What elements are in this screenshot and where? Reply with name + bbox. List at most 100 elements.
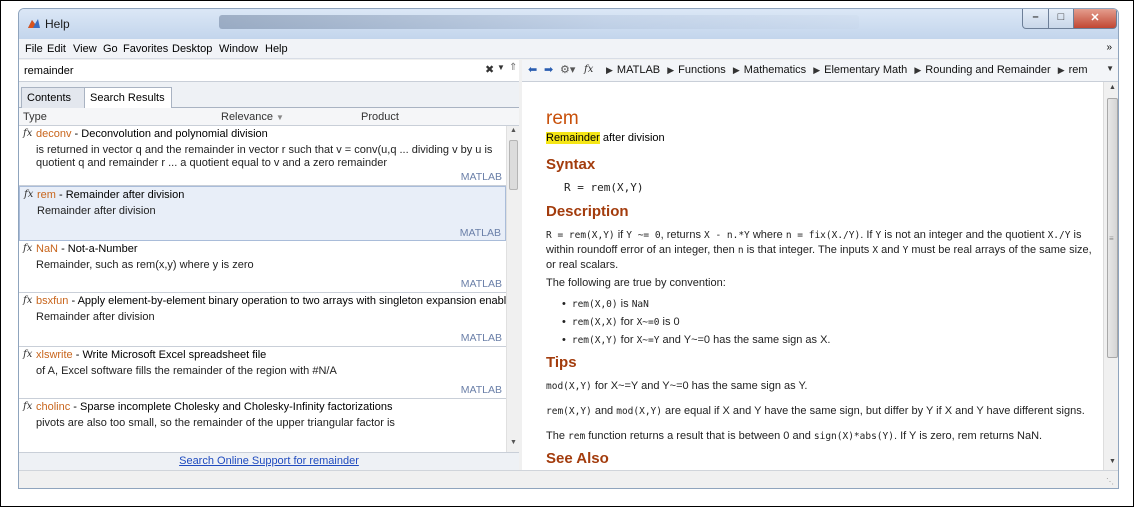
menu-desktop[interactable]: Desktop <box>172 43 212 55</box>
clear-search-icon[interactable]: ✖ <box>485 63 494 76</box>
search-input[interactable] <box>21 62 479 80</box>
settings-gear-icon[interactable]: ⚙▾ <box>560 63 575 76</box>
titlebar-blurred-area <box>219 15 859 29</box>
minimize-button[interactable]: – <box>1022 9 1049 29</box>
column-relevance[interactable]: Relevance ▼ <box>221 111 284 123</box>
list-item: rem(X,X) for X~=0 is 0 <box>562 316 831 334</box>
result-desc: - Deconvolution and polynomial division <box>71 128 268 140</box>
title-bar: Help – □ ✕ <box>19 9 1118 39</box>
pane-toggle-icon[interactable]: ⇑ <box>509 62 517 73</box>
close-button[interactable]: ✕ <box>1073 9 1117 29</box>
code-span: R = rem(X,Y) <box>546 230 615 241</box>
breadcrumb-item[interactable]: Elementary Math <box>824 64 907 76</box>
result-product: MATLAB <box>460 171 502 183</box>
result-title: cholinc - Sparse incomplete Cholesky and… <box>36 401 392 413</box>
function-icon: fx <box>23 128 33 139</box>
breadcrumb-item[interactable]: Functions <box>678 64 726 76</box>
breadcrumb-separator-icon: ▶ <box>667 65 675 75</box>
tab-contents[interactable]: Contents <box>21 87 85 108</box>
breadcrumb-item[interactable]: Mathematics <box>744 64 806 76</box>
text-span: and Y~=0 has the same sign as X. <box>659 334 831 346</box>
scroll-grip-icon: ≡ <box>1109 234 1114 243</box>
list-item: rem(X,0) is NaN <box>562 298 831 316</box>
help-window: Help – □ ✕ File Edit View Go Favorites D… <box>18 8 1119 489</box>
function-icon: fx <box>24 189 34 200</box>
tip-2: rem(X,Y) and mod(X,Y) are equal if X and… <box>546 404 1096 419</box>
search-online-link[interactable]: Search Online Support for remainder <box>179 455 359 467</box>
result-desc: - Not-a-Number <box>58 243 138 255</box>
result-rem[interactable]: fx rem - Remainder after division Remain… <box>19 186 506 241</box>
text-span: for <box>617 316 637 328</box>
result-snippet: Remainder after division <box>37 205 156 217</box>
result-name[interactable]: deconv <box>36 128 71 140</box>
function-browser-icon[interactable]: fx <box>584 64 593 75</box>
menu-file[interactable]: File <box>25 43 43 55</box>
result-name[interactable]: cholinc <box>36 401 70 413</box>
result-title: deconv - Deconvolution and polynomial di… <box>36 128 268 140</box>
result-nan[interactable]: fx NaN - Not-a-Number Remainder, such as… <box>19 241 506 293</box>
scroll-up-icon[interactable]: ▲ <box>510 127 517 134</box>
menu-edit[interactable]: Edit <box>47 43 66 55</box>
results-list: fx deconv - Deconvolution and polynomial… <box>19 126 506 452</box>
result-xlswrite[interactable]: fx xlswrite - Write Microsoft Excel spre… <box>19 347 506 399</box>
code-span: X~=0 <box>636 317 660 328</box>
text-span: and <box>591 405 617 417</box>
menu-view[interactable]: View <box>73 43 97 55</box>
doc-scrollbar[interactable]: ▲ ≡ ▼ <box>1103 82 1118 470</box>
menu-window[interactable]: Window <box>219 43 258 55</box>
tab-search-results[interactable]: Search Results <box>84 87 172 109</box>
results-scrollbar[interactable]: ▲ ▼ <box>506 126 519 452</box>
online-support-bar: Search Online Support for remainder <box>19 452 519 470</box>
back-arrow-icon[interactable]: ⬅ <box>528 63 537 76</box>
menu-go[interactable]: Go <box>103 43 118 55</box>
result-title: rem - Remainder after division <box>37 189 184 201</box>
result-name[interactable]: rem <box>37 189 56 201</box>
result-name[interactable]: xlswrite <box>36 349 73 361</box>
breadcrumb-item[interactable]: MATLAB <box>617 64 660 76</box>
maximize-icon: □ <box>1057 11 1065 23</box>
resize-grip-icon[interactable]: ⋱ <box>1106 477 1114 486</box>
breadcrumb-separator-icon: ▶ <box>914 65 922 75</box>
scroll-down-icon[interactable]: ▼ <box>1109 458 1116 465</box>
window-title: Help <box>45 17 70 31</box>
breadcrumb-separator-icon: ▶ <box>1057 65 1065 75</box>
scroll-thumb[interactable] <box>509 140 518 190</box>
text-span: and <box>878 244 903 256</box>
maximize-button[interactable]: □ <box>1048 9 1074 29</box>
result-product: MATLAB <box>459 227 501 239</box>
result-name[interactable]: bsxfun <box>36 295 68 307</box>
result-cholinc[interactable]: fx cholinc - Sparse incomplete Cholesky … <box>19 399 506 452</box>
column-relevance-label: Relevance <box>221 111 273 123</box>
result-desc: - Write Microsoft Excel spreadsheet file <box>72 349 267 361</box>
result-snippet: pivots are also too small, so the remain… <box>36 417 395 429</box>
scroll-up-icon[interactable]: ▲ <box>1109 84 1116 91</box>
minimize-icon: – <box>1032 11 1039 23</box>
forward-arrow-icon[interactable]: ➡ <box>544 63 553 76</box>
tip-1: mod(X,Y) for X~=Y and Y~=0 has the same … <box>546 379 1096 394</box>
column-product[interactable]: Product <box>361 111 399 123</box>
result-name[interactable]: NaN <box>36 243 58 255</box>
result-title: bsxfun - Apply element-by-element binary… <box>36 295 506 307</box>
scroll-thumb[interactable] <box>1107 98 1118 358</box>
text-span: . If Y is zero, rem returns NaN. <box>893 430 1043 442</box>
result-bsxfun[interactable]: fx bsxfun - Apply element-by-element bin… <box>19 293 506 347</box>
text-span: The <box>546 430 569 442</box>
scroll-down-icon[interactable]: ▼ <box>510 439 517 446</box>
syntax-code: R = rem(X,Y) <box>564 181 644 194</box>
menu-overflow-icon[interactable]: » <box>1106 42 1112 53</box>
column-type[interactable]: Type <box>23 111 47 123</box>
result-deconv[interactable]: fx deconv - Deconvolution and polynomial… <box>19 126 506 186</box>
result-desc: - Remainder after division <box>55 189 185 201</box>
tips-heading: Tips <box>546 354 577 371</box>
menu-favorites[interactable]: Favorites <box>123 43 168 55</box>
breadcrumb-dropdown-icon[interactable]: ▼ <box>1106 64 1114 73</box>
list-item: rem(X,Y) for X~=Y and Y~=0 has the same … <box>562 334 831 352</box>
result-desc: - Apply element-by-element binary operat… <box>68 295 506 307</box>
menu-help[interactable]: Help <box>265 43 288 55</box>
function-icon: fx <box>23 243 33 254</box>
text-span: for X~=Y and Y~=0 has the same sign as Y… <box>591 380 808 392</box>
search-dropdown-icon[interactable]: ▼ <box>497 63 505 72</box>
result-snippet: Remainder after division <box>36 311 155 323</box>
breadcrumb-item[interactable]: rem <box>1069 64 1088 76</box>
breadcrumb-item[interactable]: Rounding and Remainder <box>925 64 1050 76</box>
